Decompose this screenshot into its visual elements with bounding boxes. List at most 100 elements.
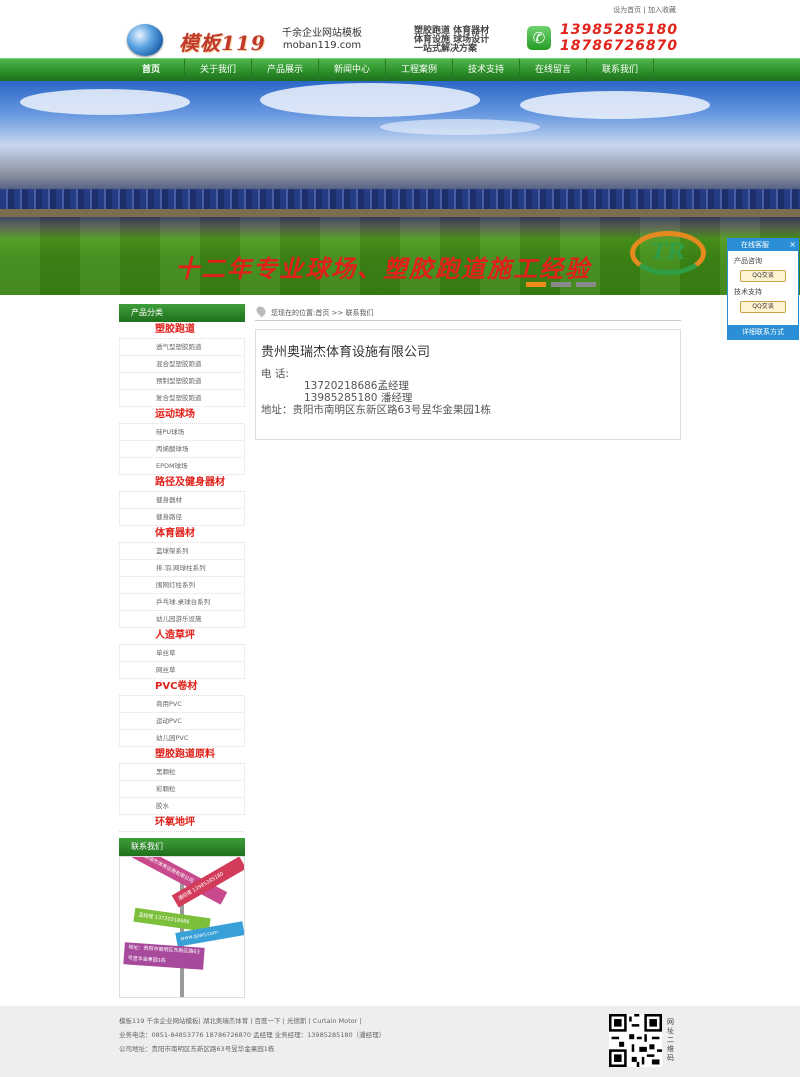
nav-cases[interactable]: 工程案例 <box>386 59 453 82</box>
category-item[interactable]: 硅PU球场 <box>119 424 245 441</box>
category-heading[interactable]: 塑胶跑道 <box>119 322 245 339</box>
float-panel-header: 在线客服 × <box>728 239 798 251</box>
tr-logo: TR <box>630 231 706 275</box>
contact-sidebar-title: 联系我们 <box>119 838 245 856</box>
category-item[interactable]: 健身路径 <box>119 509 245 526</box>
nav-about[interactable]: 关于我们 <box>185 59 252 82</box>
top-links: 设为首页 | 加入收藏 <box>613 5 676 15</box>
company-name: 贵州奥瑞杰体育设施有限公司 <box>261 345 431 360</box>
stadium-stands <box>0 189 800 209</box>
online-service-panel: 在线客服 × 产品咨询 QQ交谈 技术支持 QQ交谈 详细联系方式 <box>727 238 799 340</box>
category-item[interactable]: 黑颗粒 <box>119 764 245 781</box>
slider-dots <box>526 282 596 287</box>
footer: 模板119 千余企业网站模板| 湖北奥瑞杰体育 | 百度一下 | 光德斯 | C… <box>0 1006 800 1077</box>
category-item[interactable]: 网丝草 <box>119 662 245 679</box>
nav-products[interactable]: 产品展示 <box>252 59 319 82</box>
slogan-line: 一站式解决方案 <box>414 44 478 54</box>
category-item[interactable]: 篮球架系列 <box>119 543 245 560</box>
top-links-sep: | <box>643 6 646 14</box>
category-item[interactable]: 乒乓球.桌球台系列 <box>119 594 245 611</box>
category-item[interactable]: 围网灯柱系列 <box>119 577 245 594</box>
category-heading[interactable]: 塑胶跑道原料 <box>119 747 245 764</box>
category-item[interactable]: EPDM球场 <box>119 458 245 475</box>
category-item[interactable]: 排.羽.网球柱系列 <box>119 560 245 577</box>
hotline-2: 18786726870 <box>560 38 679 54</box>
category-heading[interactable]: PVC卷材 <box>119 679 245 696</box>
header-slogan: 塑胶跑道 体育器材 体育设施 球场设计 一站式解决方案 <box>414 27 489 54</box>
qq-chat-button[interactable]: QQ交谈 <box>740 301 786 313</box>
main-nav: 首页 关于我们 产品展示 新闻中心 工程案例 技术支持 在线留言 联系我们 <box>0 58 800 82</box>
slider-dot[interactable] <box>526 282 546 287</box>
footer-text: 模板119 千余企业网站模板| 湖北奥瑞杰体育 | 百度一下 | 光德斯 | C… <box>119 1014 385 1056</box>
header: 模板119 千余企业网站模板 moban119.com 塑胶跑道 体育器材 体育… <box>0 18 800 58</box>
breadcrumb-sep: >> <box>331 309 344 317</box>
cloud <box>260 83 480 117</box>
tagline: 千余企业网站模板 moban119.com <box>282 28 362 52</box>
category-heading[interactable]: 体育器材 <box>119 526 245 543</box>
tagline-cn: 千余企业网站模板 <box>282 28 362 39</box>
breadcrumb-prefix: 您现在的位置: <box>271 309 316 317</box>
nav-news[interactable]: 新闻中心 <box>319 59 386 82</box>
phone-label: 电 话: <box>261 368 289 380</box>
float-label-product: 产品咨询 <box>734 257 762 265</box>
nav-support[interactable]: 技术支持 <box>453 59 520 82</box>
set-homepage-link[interactable]: 设为首页 <box>613 6 641 14</box>
product-sidebar: 产品分类 塑胶跑道 透气型塑胶跑道 混合型塑胶跑道 预制型塑胶跑道 复合型塑胶跑道 运动球… <box>119 304 245 832</box>
category-item[interactable]: 混合型塑胶跑道 <box>119 356 245 373</box>
footer-address: 公司地址：贵阳市南明区东新区路63号昱华金果园1栋 <box>119 1045 275 1053</box>
category-heading[interactable]: 人造草坪 <box>119 628 245 645</box>
category-heading[interactable]: 路径及健身器材 <box>119 475 245 492</box>
category-item[interactable]: 透气型塑胶跑道 <box>119 339 245 356</box>
nav-contact[interactable]: 联系我们 <box>587 59 654 82</box>
hero-banner: 十二年专业球场、塑胶跑道施工经验 TR <box>0 81 800 295</box>
category-item[interactable]: 胶水 <box>119 798 245 815</box>
hotline-1: 13985285180 <box>560 22 679 38</box>
contact-content: 贵州奥瑞杰体育设施有限公司 电 话: 13720218686孟经理 139852… <box>255 329 681 440</box>
category-item[interactable]: 商用PVC <box>119 696 245 713</box>
category-item[interactable]: 幼儿园游乐设施 <box>119 611 245 628</box>
nav-message[interactable]: 在线留言 <box>520 59 587 82</box>
add-favorite-link[interactable]: 加入收藏 <box>648 6 676 14</box>
category-heading[interactable]: 运动球场 <box>119 407 245 424</box>
contact-info: 电 话: 13720218686孟经理 13985285180 潘经理 地址：贵… <box>261 368 491 416</box>
category-item[interactable]: 健身器材 <box>119 492 245 509</box>
signpost-image: 贵州奥瑞杰体育设施有限公司 潘经理 13985285180 孟经理 137202… <box>119 856 245 998</box>
logo-text: 模板119 <box>179 31 266 55</box>
category-heading[interactable]: 环氧地坪 <box>119 815 245 832</box>
hotline-numbers: 13985285180 18786726870 <box>560 22 678 54</box>
qq-chat-button[interactable]: QQ交谈 <box>740 270 786 282</box>
breadcrumb-current: 联系我们 <box>345 309 374 317</box>
footer-links[interactable]: 模板119 千余企业网站模板| 湖北奥瑞杰体育 | 百度一下 | 光德斯 | C… <box>119 1014 385 1028</box>
footer-phones: 业务电话：0851-84853776 18786726870 孟经理 业务经理：… <box>119 1031 386 1039</box>
slider-dot[interactable] <box>576 282 596 287</box>
sidebar-title: 产品分类 <box>119 304 245 322</box>
breadcrumb-home[interactable]: 首页 <box>315 309 329 317</box>
breadcrumb: 您现在的位置:首页 >> 联系我们 <box>254 304 681 321</box>
float-label-support: 技术支持 <box>734 288 762 296</box>
address-line: 地址：贵阳市南明区东新区路63号昱华金果园1栋 <box>261 404 492 416</box>
category-list: 塑胶跑道 透气型塑胶跑道 混合型塑胶跑道 预制型塑胶跑道 复合型塑胶跑道 运动球场 硅PU球… <box>119 322 245 832</box>
banner-slogan: 十二年专业球场、塑胶跑道施工经验 <box>175 254 591 283</box>
nav-home[interactable]: 首页 <box>118 59 185 82</box>
sign-address: 地址：贵阳市南明区东新区路63号昱华金果园1栋 <box>123 942 205 970</box>
location-pin-icon <box>254 304 268 318</box>
phone-meng: 13720218686孟经理 <box>304 380 409 392</box>
slider-dot[interactable] <box>551 282 571 287</box>
close-icon[interactable]: × <box>789 239 796 251</box>
tagline-domain: moban119.com <box>282 40 362 51</box>
top-bar: 设为首页 | 加入收藏 <box>0 0 800 18</box>
category-item[interactable]: 幼儿园PVC <box>119 730 245 747</box>
site-logo[interactable]: 模板119 <box>127 24 267 56</box>
qr-code-icon <box>609 1014 662 1067</box>
cloud <box>20 89 190 115</box>
category-item[interactable]: 预制型塑胶跑道 <box>119 373 245 390</box>
category-item[interactable]: 单丝草 <box>119 645 245 662</box>
phone-icon: ✆ <box>527 26 551 50</box>
cloud <box>380 119 540 135</box>
category-item[interactable]: 彩颗粒 <box>119 781 245 798</box>
category-item[interactable]: 复合型塑胶跑道 <box>119 390 245 407</box>
contact-details-button[interactable]: 详细联系方式 <box>728 325 798 339</box>
category-item[interactable]: 运动PVC <box>119 713 245 730</box>
float-panel-title: 在线客服 <box>741 241 769 249</box>
category-item[interactable]: 丙烯酸球场 <box>119 441 245 458</box>
